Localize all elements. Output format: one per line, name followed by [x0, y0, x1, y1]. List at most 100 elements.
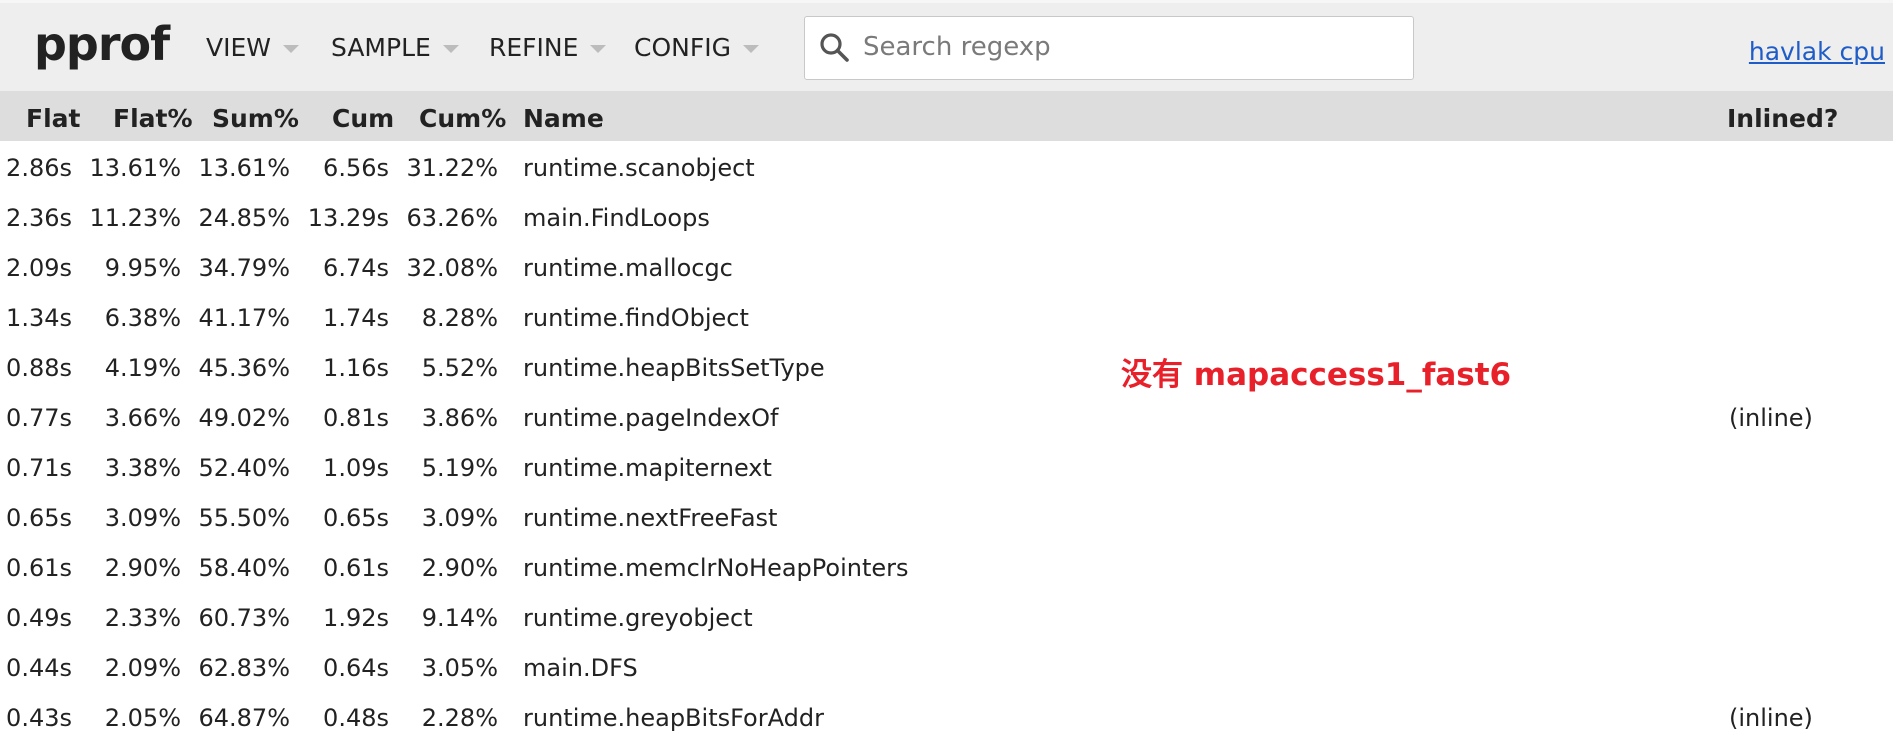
cell-cum-pct: 63.26% — [406, 204, 498, 232]
column-header-cum-pct[interactable]: Cum% — [419, 104, 506, 133]
search-input[interactable] — [863, 27, 1393, 67]
table-row[interactable]: 0.65s 3.09% 55.50% 0.65s 3.09% runtime.nextFr… — [0, 491, 1893, 541]
menu-refine-label: REFINE — [489, 33, 579, 62]
cell-cum: 13.29s — [307, 204, 389, 232]
column-header-cum[interactable]: Cum — [332, 104, 394, 133]
top-bar: pprof VIEW SAMPLE REFINE CONFIG havlak c… — [0, 0, 1893, 91]
cell-name: main.FindLoops — [523, 204, 710, 232]
table-row[interactable]: 0.43s 2.05% 64.87% 0.48s 2.28% runtime.heapBi… — [0, 691, 1893, 741]
table-row[interactable]: 2.36s 11.23% 24.85% 13.29s 63.26% main.FindLo… — [0, 191, 1893, 241]
cell-name: runtime.heapBitsForAddr — [523, 704, 824, 732]
profile-title-link[interactable]: havlak cpu — [1749, 37, 1885, 66]
table-row[interactable]: 0.77s 3.66% 49.02% 0.81s 3.86% runtime.pageIn… — [0, 391, 1893, 441]
cell-cum-pct: 9.14% — [421, 604, 498, 632]
cell-sum-pct: 62.83% — [198, 654, 290, 682]
cell-cum-pct: 5.19% — [421, 454, 498, 482]
cell-cum: 6.56s — [323, 154, 389, 182]
column-header-name[interactable]: Name — [523, 104, 604, 133]
menu-view[interactable]: VIEW — [206, 33, 299, 62]
cell-sum-pct: 55.50% — [198, 504, 290, 532]
search-icon — [820, 33, 849, 62]
cell-cum: 0.61s — [323, 554, 389, 582]
cell-cum: 0.81s — [323, 404, 389, 432]
cell-inlined: (inline) — [1729, 404, 1813, 432]
table-header: Flat Flat% Sum% Cum Cum% Name Inlined? — [0, 91, 1893, 141]
cell-name: main.DFS — [523, 654, 638, 682]
cell-flat-pct: 11.23% — [89, 204, 181, 232]
cell-name: runtime.mallocgc — [523, 254, 733, 282]
cell-sum-pct: 49.02% — [198, 404, 290, 432]
table-row[interactable]: 0.61s 2.90% 58.40% 0.61s 2.90% runtime.memclr… — [0, 541, 1893, 591]
cell-flat: 0.43s — [6, 704, 72, 732]
cell-cum: 0.48s — [323, 704, 389, 732]
cell-flat: 0.49s — [6, 604, 72, 632]
cell-flat: 1.34s — [6, 304, 72, 332]
menu-refine[interactable]: REFINE — [489, 33, 607, 62]
cell-sum-pct: 13.61% — [198, 154, 290, 182]
cell-cum-pct: 3.86% — [421, 404, 498, 432]
cell-flat: 0.71s — [6, 454, 72, 482]
column-header-sum-pct[interactable]: Sum% — [212, 104, 299, 133]
table-row[interactable]: 2.09s 9.95% 34.79% 6.74s 32.08% runtime.mallo… — [0, 241, 1893, 291]
cell-name: runtime.greyobject — [523, 604, 753, 632]
cell-flat: 2.86s — [6, 154, 72, 182]
menu-config[interactable]: CONFIG — [634, 33, 759, 62]
cell-flat-pct: 2.90% — [104, 554, 181, 582]
menu-config-label: CONFIG — [634, 33, 731, 62]
chevron-down-icon — [742, 44, 759, 53]
table-row[interactable]: 1.34s 6.38% 41.17% 1.74s 8.28% runtime.findOb… — [0, 291, 1893, 341]
cell-flat-pct: 4.19% — [104, 354, 181, 382]
cell-flat-pct: 13.61% — [89, 154, 181, 182]
cell-flat: 0.65s — [6, 504, 72, 532]
cell-cum-pct: 2.28% — [421, 704, 498, 732]
cell-flat: 0.61s — [6, 554, 72, 582]
cell-cum-pct: 2.90% — [421, 554, 498, 582]
cell-flat-pct: 3.66% — [104, 404, 181, 432]
cell-name: runtime.pageIndexOf — [523, 404, 779, 432]
cell-cum: 6.74s — [323, 254, 389, 282]
chevron-down-icon — [442, 44, 459, 53]
column-header-flat-pct[interactable]: Flat% — [113, 104, 193, 133]
cell-flat-pct: 3.09% — [104, 504, 181, 532]
cell-inlined: (inline) — [1729, 704, 1813, 732]
cell-name: runtime.heapBitsSetType — [523, 354, 825, 382]
cell-cum-pct: 3.05% — [421, 654, 498, 682]
cell-flat-pct: 2.33% — [104, 604, 181, 632]
cell-flat-pct: 3.38% — [104, 454, 181, 482]
cell-name: runtime.memclrNoHeapPointers — [523, 554, 909, 582]
cell-cum-pct: 8.28% — [421, 304, 498, 332]
cell-cum: 0.64s — [323, 654, 389, 682]
cell-name: runtime.mapiternext — [523, 454, 772, 482]
cell-flat: 0.44s — [6, 654, 72, 682]
cell-flat-pct: 9.95% — [104, 254, 181, 282]
cell-name: runtime.nextFreeFast — [523, 504, 778, 532]
cell-name: runtime.scanobject — [523, 154, 755, 182]
cell-flat-pct: 6.38% — [104, 304, 181, 332]
column-header-flat[interactable]: Flat — [26, 104, 80, 133]
cell-sum-pct: 45.36% — [198, 354, 290, 382]
cell-sum-pct: 58.40% — [198, 554, 290, 582]
app-logo[interactable]: pprof — [34, 21, 170, 67]
cell-sum-pct: 52.40% — [198, 454, 290, 482]
cell-cum-pct: 5.52% — [421, 354, 498, 382]
cell-cum-pct: 32.08% — [406, 254, 498, 282]
table-row[interactable]: 2.86s 13.61% 13.61% 6.56s 31.22% runtime.scan… — [0, 141, 1893, 191]
menu-sample[interactable]: SAMPLE — [331, 33, 459, 62]
table-row[interactable]: 0.49s 2.33% 60.73% 1.92s 9.14% runtime.greyob… — [0, 591, 1893, 641]
cell-cum: 1.74s — [323, 304, 389, 332]
table-row[interactable]: 0.88s 4.19% 45.36% 1.16s 5.52% runtime.heapBi… — [0, 341, 1893, 391]
search-box[interactable] — [804, 16, 1414, 80]
cell-flat-pct: 2.09% — [104, 654, 181, 682]
table-row[interactable]: 0.71s 3.38% 52.40% 1.09s 5.19% runtime.mapite… — [0, 441, 1893, 491]
table-row[interactable]: 0.44s 2.09% 62.83% 0.64s 3.05% main.DFS — [0, 641, 1893, 691]
column-header-inlined[interactable]: Inlined? — [1727, 104, 1838, 133]
cell-flat: 2.36s — [6, 204, 72, 232]
cell-flat: 0.77s — [6, 404, 72, 432]
menu-sample-label: SAMPLE — [331, 33, 431, 62]
annotation-text: 没有 mapaccess1_fast6 — [1121, 357, 1512, 393]
cell-cum: 1.92s — [323, 604, 389, 632]
cell-cum-pct: 31.22% — [406, 154, 498, 182]
cell-sum-pct: 60.73% — [198, 604, 290, 632]
cell-flat-pct: 2.05% — [104, 704, 181, 732]
chevron-down-icon — [590, 44, 607, 53]
